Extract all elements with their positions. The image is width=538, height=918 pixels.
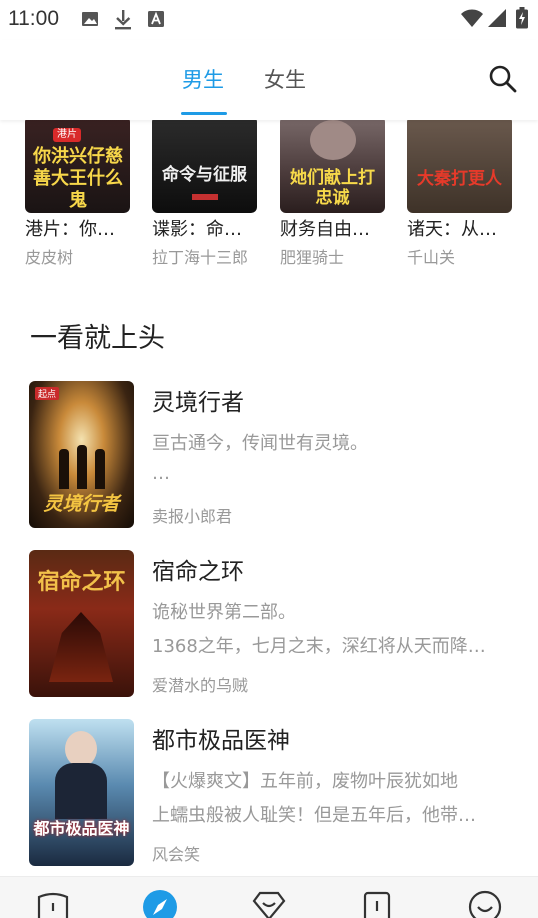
book-cover: 港片 你洪兴仔慈善大王什么鬼: [25, 120, 130, 213]
book-desc-line: 1368之年，七月之末，深红将从天而降…: [152, 636, 486, 657]
list-item[interactable]: 宿命之环 宿命之环 诡秘世界第二部。 1368之年，七月之末，深红将从天而降… …: [0, 550, 538, 700]
profile-icon[interactable]: [467, 889, 503, 918]
cover-title: 都市极品医神: [33, 819, 130, 838]
book-desc-line: …: [152, 463, 170, 484]
heart-icon[interactable]: [251, 889, 287, 918]
book-title: 宿命之环: [152, 559, 244, 585]
signal-icon: [488, 9, 506, 27]
bookmark-icon[interactable]: [359, 889, 395, 918]
book-cover: 起点 灵境行者: [29, 381, 134, 528]
book-author: 风会笑: [152, 845, 201, 864]
book-author: 皮皮树: [25, 248, 74, 267]
status-time: 11:00: [8, 7, 59, 30]
book-title: 港片：你…: [25, 219, 115, 240]
book-title: 都市极品医神: [152, 728, 290, 754]
cover-title: 你洪兴仔慈善大王什么鬼: [33, 146, 123, 211]
wifi-icon: [461, 9, 483, 27]
bookshelf-icon[interactable]: [35, 889, 71, 918]
book-author: 肥狸骑士: [280, 248, 345, 267]
book-desc-line: 【火爆爽文】五年前，废物叶辰犹如地: [152, 771, 458, 792]
font-icon: [148, 11, 164, 27]
compass-icon[interactable]: [142, 889, 178, 918]
status-bar: 11:00: [0, 0, 538, 40]
book-cover: 都市极品医神: [29, 719, 134, 866]
book-cover: 命令与征服: [152, 120, 257, 213]
top-header: 男生 女生: [0, 40, 538, 120]
book-desc-line: 诡秘世界第二部。: [152, 602, 296, 623]
cover-title: 大秦打更人: [417, 169, 502, 189]
book-cover: 宿命之环: [29, 550, 134, 697]
book-author: 爱潜水的乌贼: [152, 676, 249, 695]
book-author: 拉丁海十三郎: [152, 248, 249, 267]
book-author: 千山关: [407, 248, 456, 267]
section-title: 一看就上头: [30, 323, 165, 354]
download-icon: [115, 10, 131, 30]
search-icon[interactable]: [486, 62, 520, 96]
list-item[interactable]: 起点 灵境行者 灵境行者 亘古通今，传闻世有灵境。 … 卖报小郎君: [0, 381, 538, 531]
book-grid: 港片 你洪兴仔慈善大王什么鬼 港片：你… 皮皮树 命令与征服 谍影：命… 拉丁海…: [0, 120, 538, 280]
cover-title: 宿命之环: [37, 570, 126, 595]
tab-female[interactable]: 女生: [264, 64, 306, 94]
book-title: 诸天：从…: [407, 219, 497, 240]
book-cover: 她们献上打忠诚: [280, 120, 385, 213]
bottom-nav: [0, 876, 538, 918]
cover-title: 灵境行者: [43, 493, 120, 515]
book-title: 谍影：命…: [152, 219, 242, 240]
book-desc-line: 上蠕虫般被人耻笑！但是五年后，他带…: [152, 805, 476, 826]
tab-male[interactable]: 男生: [182, 64, 224, 94]
active-tab-indicator: [181, 112, 227, 115]
book-desc-line: 亘古通今，传闻世有灵境。: [152, 433, 368, 454]
list-item[interactable]: 都市极品医神 都市极品医神 【火爆爽文】五年前，废物叶辰犹如地 上蠕虫般被人耻笑…: [0, 719, 538, 869]
gallery-icon: [82, 12, 98, 26]
book-author: 卖报小郎君: [152, 507, 233, 526]
book-title: 财务自由…: [280, 219, 370, 240]
cover-title: 命令与征服: [162, 165, 247, 185]
book-cover: 大秦打更人: [407, 120, 512, 213]
cover-title: 她们献上打忠诚: [290, 168, 375, 208]
book-title: 灵境行者: [152, 390, 244, 416]
battery-icon: [516, 7, 528, 29]
